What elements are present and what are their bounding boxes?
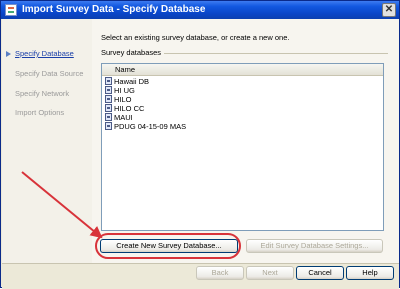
annotation-highlight-ellipse xyxy=(95,233,241,259)
annotation-arrow-line xyxy=(21,171,103,239)
